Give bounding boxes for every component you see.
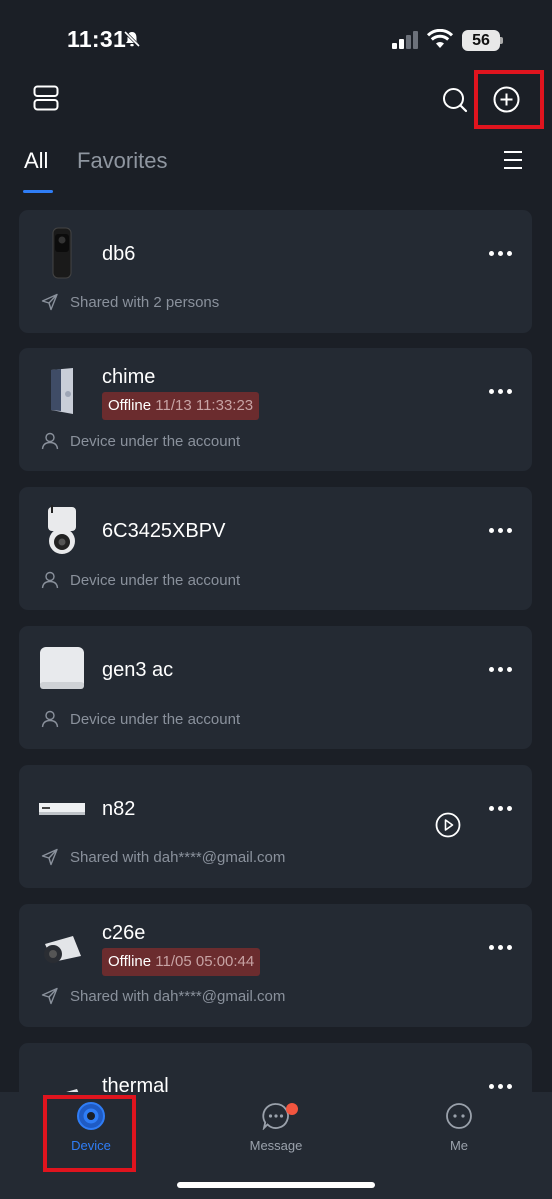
device-subtitle-text: Device under the account: [70, 432, 241, 450]
device-subtitle: Shared with dah****@gmail.com: [41, 848, 285, 866]
active-tab-indicator: [23, 190, 53, 193]
device-card[interactable]: chime Offline 11/13 11:33:23 Device unde…: [19, 348, 532, 471]
tab-all[interactable]: All: [24, 148, 48, 174]
device-subtitle: Device under the account: [41, 432, 240, 450]
offline-badge: Offline 11/05 05:00:44: [102, 948, 261, 976]
device-subtitle: Shared with 2 persons: [41, 293, 219, 311]
nvr-thumbnail: [39, 803, 85, 815]
device-card[interactable]: 6C3425XBPV Device under the account: [19, 487, 532, 610]
me-icon: [446, 1103, 472, 1129]
battery-indicator: 56: [462, 30, 500, 51]
device-name: chime: [102, 366, 156, 388]
more-options-icon[interactable]: [489, 528, 513, 536]
share-icon: [41, 293, 58, 311]
device-card[interactable]: gen3 ac Device under the account: [19, 626, 532, 749]
device-card[interactable]: c26e Offline 11/05 05:00:44 Shared with …: [19, 904, 532, 1027]
ptz-camera-thumbnail: [48, 505, 76, 554]
nav-me[interactable]: Me: [399, 1092, 519, 1172]
notification-dot: [286, 1103, 298, 1115]
more-options-icon[interactable]: [489, 806, 513, 814]
device-subtitle: Device under the account: [41, 571, 240, 589]
bullet-camera-thumbnail: [44, 936, 81, 963]
device-name: n82: [102, 798, 136, 820]
list-menu-icon[interactable]: [502, 149, 524, 171]
more-options-icon[interactable]: [489, 1084, 513, 1092]
offline-badge: Offline 11/13 11:33:23: [102, 392, 260, 420]
person-icon: [41, 432, 59, 450]
device-subtitle: Device under the account: [41, 710, 240, 728]
gateway-thumbnail: [40, 647, 84, 689]
tab-favorites[interactable]: Favorites: [77, 148, 167, 174]
battery-cap: [500, 37, 503, 44]
highlight-box-device: [43, 1095, 136, 1172]
share-icon: [41, 848, 58, 866]
playback-icon[interactable]: [435, 812, 461, 838]
device-subtitle-text: Shared with dah****@gmail.com: [70, 987, 286, 1005]
more-options-icon[interactable]: [489, 389, 513, 397]
device-name: 6C3425XBPV: [102, 520, 226, 542]
tab-bar: All Favorites: [0, 145, 552, 195]
device-name: c26e: [102, 922, 146, 944]
device-card[interactable]: n82 Shared with dah****@gmail.com: [19, 765, 532, 888]
device-group-icon[interactable]: [33, 85, 59, 111]
person-icon: [41, 710, 59, 728]
offline-status: Offline: [108, 397, 152, 414]
device-name: gen3 ac: [102, 659, 174, 681]
share-icon: [41, 987, 58, 1005]
device-subtitle-text: Shared with dah****@gmail.com: [70, 848, 286, 866]
doorbell-thumbnail: [52, 227, 72, 279]
more-options-icon[interactable]: [489, 945, 513, 953]
offline-status: Offline: [108, 953, 152, 970]
bell-muted-icon: [123, 30, 141, 48]
offline-timestamp: 11/05 05:00:44: [155, 953, 255, 970]
home-indicator: [177, 1182, 375, 1188]
chime-thumbnail: [51, 368, 73, 414]
device-subtitle-text: Shared with 2 persons: [70, 293, 220, 311]
person-icon: [41, 571, 59, 589]
device-subtitle-text: Device under the account: [70, 571, 241, 589]
nav-message-label: Message: [249, 1138, 303, 1153]
device-card[interactable]: db6 Shared with 2 persons: [19, 210, 532, 333]
device-subtitle-text: Device under the account: [70, 710, 241, 728]
status-bar: 11:31 56: [0, 0, 552, 70]
cellular-signal-icon: [392, 31, 418, 49]
search-icon[interactable]: [442, 87, 468, 113]
status-time: 11:31: [67, 26, 127, 52]
highlight-box-add: [474, 70, 544, 129]
nav-me-label: Me: [449, 1138, 469, 1153]
nav-message[interactable]: Message: [216, 1092, 336, 1172]
offline-timestamp: 11/13 11:33:23: [155, 397, 254, 414]
more-options-icon[interactable]: [489, 251, 513, 259]
wifi-icon: [427, 29, 453, 48]
device-name: db6: [102, 243, 136, 265]
more-options-icon[interactable]: [489, 667, 513, 675]
device-subtitle: Shared with dah****@gmail.com: [41, 987, 285, 1005]
